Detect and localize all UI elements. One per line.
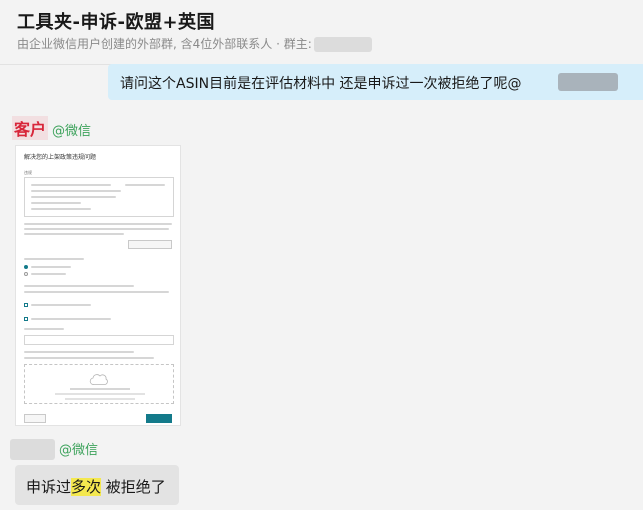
form-screenshot-input xyxy=(24,335,174,345)
form-screenshot-cancel xyxy=(24,414,46,423)
owner-name-redacted xyxy=(313,37,372,52)
form-screenshot-box xyxy=(24,177,174,217)
outgoing-message-text: 请问这个ASIN目前是在评估材料中 还是申诉过一次被拒绝了呢@ xyxy=(120,76,522,92)
mention-name-redacted xyxy=(558,73,618,91)
form-screenshot-button xyxy=(128,240,172,249)
sender-second: @微信 xyxy=(10,439,98,460)
group-description: 由企业微信用户创建的外部群, 含4位外部联系人 · 群主: xyxy=(17,37,312,51)
image-message[interactable]: 解决您的上架政策违规问题 违规 xyxy=(15,145,181,426)
highlighted-text: 多次 xyxy=(71,478,102,496)
incoming-message-bubble[interactable]: 申诉过多次 被拒绝了 xyxy=(15,465,179,505)
sender-name-redacted[interactable] xyxy=(10,439,55,460)
group-title[interactable]: 工具夹-申诉-欧盟+英国 xyxy=(17,8,215,34)
group-subtitle: 由企业微信用户创建的外部群, 含4位外部联系人 · 群主: xyxy=(17,35,372,52)
form-screenshot-submit xyxy=(146,414,172,423)
cloud-upload-icon xyxy=(55,374,145,400)
form-screenshot-label: 违规 xyxy=(24,170,32,175)
message-suffix: 被拒绝了 xyxy=(101,478,166,496)
incoming-message-text: 申诉过多次 被拒绝了 xyxy=(26,476,166,497)
message-prefix: 申诉过 xyxy=(26,478,72,496)
sender-customer: 客户 @微信 xyxy=(12,116,91,140)
form-screenshot-upload xyxy=(24,364,174,404)
sender-name[interactable]: 客户 xyxy=(12,116,49,140)
wechat-tag: @微信 xyxy=(52,124,92,139)
chat-header: 工具夹-申诉-欧盟+英国 由企业微信用户创建的外部群, 含4位外部联系人 · 群… xyxy=(0,0,643,65)
wechat-tag: @微信 xyxy=(59,443,99,458)
form-screenshot-title: 解决您的上架政策违规问题 xyxy=(24,154,97,161)
outgoing-message-bubble[interactable]: 请问这个ASIN目前是在评估材料中 还是申诉过一次被拒绝了呢@ xyxy=(108,64,643,100)
